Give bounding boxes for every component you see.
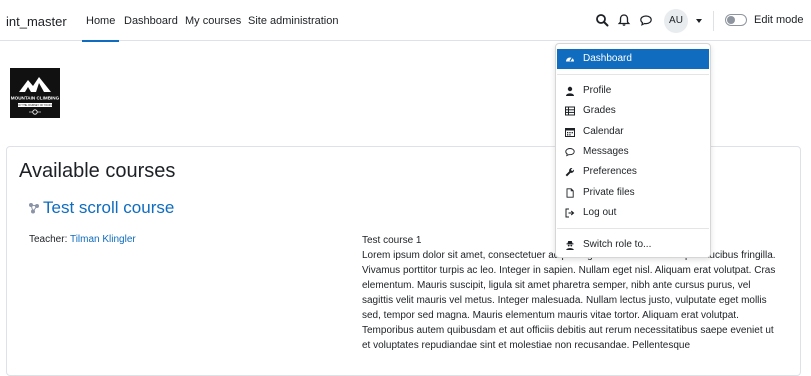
menu-item-grades[interactable]: Grades [557, 101, 709, 121]
table-icon [565, 106, 575, 116]
teacher-name-link[interactable]: Tilman Klingler [70, 234, 136, 245]
search-icon[interactable] [595, 13, 609, 27]
menu-divider [557, 74, 709, 75]
menu-item-log-out[interactable]: Log out [557, 203, 709, 223]
logo-title: MOUNTAIN CLIMBING [11, 96, 60, 101]
menu-item-profile[interactable]: Profile [557, 81, 709, 101]
calendar-icon [565, 127, 575, 137]
user-avatar[interactable]: AU [664, 9, 688, 33]
menu-item-label: Log out [583, 207, 617, 218]
user-secret-icon [565, 240, 575, 250]
menu-item-switch-role[interactable]: Switch role to... [557, 235, 709, 255]
menu-item-label: Grades [583, 105, 616, 116]
site-logo[interactable]: MOUNTAIN CLIMBING ENJOY THE JOURNEY OF Y… [10, 68, 60, 118]
logo-subtitle: ENJOY THE JOURNEY OF YOUR LIFE [14, 104, 57, 107]
course-teacher: Teacher: Tilman Klingler [29, 234, 136, 245]
menu-item-label: Switch role to... [583, 239, 652, 250]
navbar-divider [713, 11, 714, 31]
nav-link-home[interactable]: Home [81, 15, 120, 42]
nav-link-site-administration[interactable]: Site administration [248, 15, 339, 27]
page-title: Available courses [19, 160, 176, 182]
menu-item-label: Profile [583, 85, 612, 96]
chevron-down-icon[interactable] [696, 19, 702, 23]
teacher-label: Teacher: [29, 234, 70, 245]
top-navbar: int_master Home Dashboard My courses Sit… [0, 0, 811, 42]
course-share-icon [28, 201, 40, 214]
toggle-knob [727, 16, 735, 24]
menu-item-preferences[interactable]: Preferences [557, 162, 709, 182]
menu-item-label: Private files [583, 187, 635, 198]
edit-mode-toggle[interactable] [725, 14, 747, 26]
menu-item-label: Messages [583, 146, 629, 157]
user-menu-dropdown: Dashboard Profile Grades Calendar Messag… [555, 43, 711, 258]
chat-bubble-icon[interactable] [639, 13, 653, 27]
wrench-icon [565, 167, 575, 177]
menu-divider [557, 228, 709, 229]
menu-item-label: Calendar [583, 126, 624, 137]
site-brand[interactable]: int_master [6, 14, 67, 29]
menu-item-label: Preferences [583, 166, 637, 177]
menu-item-calendar[interactable]: Calendar [557, 122, 709, 142]
summary-paragraph: Lorem ipsum dolor sit amet, consectetuer… [362, 250, 776, 321]
nav-link-dashboard[interactable]: Dashboard [124, 15, 178, 27]
dashboard-gauge-icon [565, 54, 575, 64]
bell-icon[interactable] [617, 13, 631, 27]
menu-item-label: Dashboard [583, 53, 632, 64]
user-icon [565, 86, 575, 96]
comment-icon [565, 147, 575, 157]
menu-item-dashboard[interactable]: Dashboard [557, 49, 709, 69]
course-title-link[interactable]: Test scroll course [43, 198, 174, 218]
menu-item-messages[interactable]: Messages [557, 142, 709, 162]
sign-out-icon [565, 208, 575, 218]
menu-item-private-files[interactable]: Private files [557, 183, 709, 203]
file-icon [565, 188, 575, 198]
edit-mode-label: Edit mode [754, 14, 804, 26]
summary-paragraph: Temporibus autem quibusdam et aut offici… [362, 325, 774, 351]
nav-link-my-courses[interactable]: My courses [185, 15, 241, 27]
